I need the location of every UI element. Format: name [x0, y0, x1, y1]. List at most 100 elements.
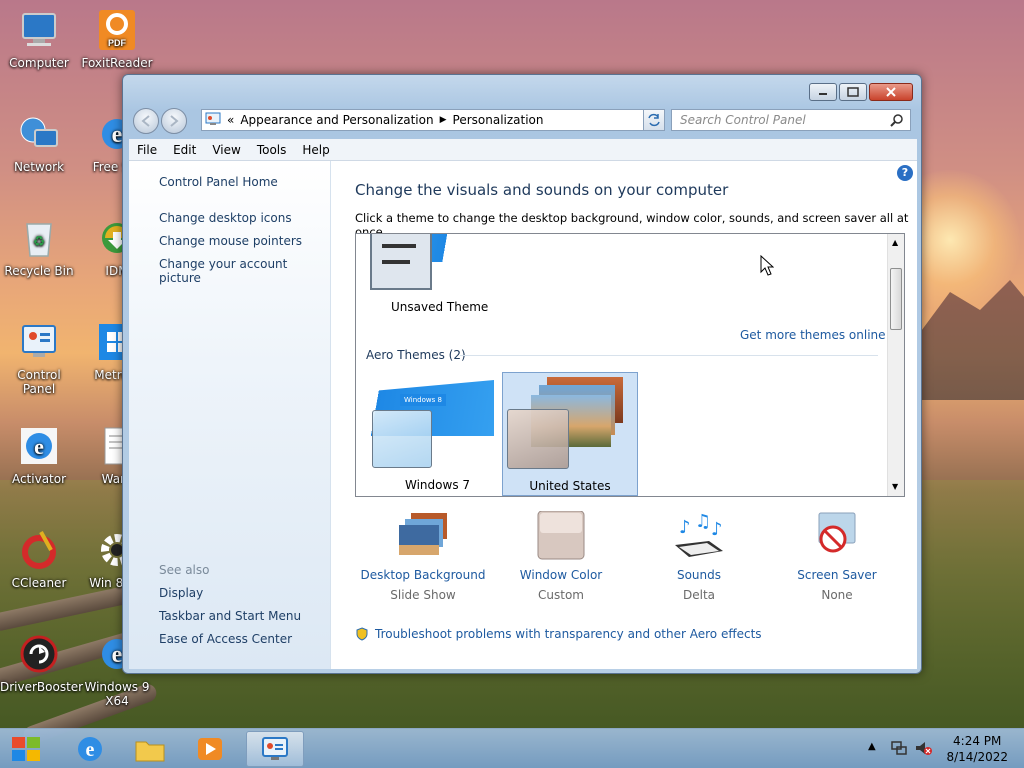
- taskbar-file-explorer[interactable]: [126, 731, 174, 767]
- desktop-background-setting[interactable]: Desktop Background Slide Show: [353, 511, 493, 602]
- clock-date: 8/14/2022: [946, 750, 1008, 764]
- svg-text:PDF: PDF: [108, 38, 127, 48]
- start-button[interactable]: [2, 731, 50, 767]
- close-icon: [886, 87, 896, 97]
- desktop-background-value: Slide Show: [390, 588, 456, 602]
- taskbar-internet-explorer[interactable]: e: [66, 731, 114, 767]
- search-icon[interactable]: [890, 113, 904, 130]
- back-button[interactable]: [133, 108, 159, 134]
- desktop-icon-recycle-bin[interactable]: ♻ Recycle Bin: [0, 216, 78, 278]
- help-icon[interactable]: ?: [897, 165, 913, 181]
- desktop-icon-computer[interactable]: Computer: [0, 8, 78, 70]
- desktop-icon-label: FoxitReader: [81, 56, 153, 70]
- control-panel-small-icon: [205, 112, 223, 129]
- see-also-label: See also: [159, 563, 210, 577]
- recycle-bin-icon: ♻: [17, 216, 61, 260]
- foxit-pdf-icon: PDF: [95, 8, 139, 52]
- theme-united-states-label[interactable]: United States: [503, 479, 637, 493]
- minimize-button[interactable]: [809, 83, 837, 101]
- change-account-picture-link[interactable]: Change your account picture: [159, 257, 330, 285]
- sounds-title[interactable]: Sounds: [629, 568, 769, 582]
- menu-file[interactable]: File: [129, 143, 165, 157]
- change-mouse-pointers-link[interactable]: Change mouse pointers: [159, 234, 302, 248]
- network-tray-icon[interactable]: [890, 739, 908, 760]
- clock-time: 4:24 PM: [953, 734, 1002, 748]
- desktop-icon-driverbooster[interactable]: DriverBooster: [0, 632, 84, 694]
- sounds-value: Delta: [682, 588, 715, 602]
- mouse-cursor-icon: [760, 254, 775, 280]
- taskbar-media-player[interactable]: [186, 731, 234, 767]
- system-clock[interactable]: 4:24 PM 8/14/2022: [946, 733, 1008, 765]
- minimize-icon: [819, 93, 827, 95]
- desktop-icon-label: Computer: [9, 56, 69, 70]
- breadcrumb-appearance[interactable]: Appearance and Personalization: [240, 113, 433, 127]
- aero-themes-header: Aero Themes (2): [366, 348, 466, 362]
- display-link[interactable]: Display: [159, 586, 203, 600]
- troubleshoot-link[interactable]: Troubleshoot problems with transparency …: [375, 627, 762, 641]
- get-more-themes-link[interactable]: Get more themes online: [740, 328, 886, 342]
- sounds-setting[interactable]: ♪ ♫ ♪ Sounds Delta: [629, 511, 769, 602]
- change-desktop-icons-link[interactable]: Change desktop icons: [159, 211, 292, 225]
- breadcrumb-personalization[interactable]: Personalization: [453, 113, 544, 127]
- forward-button[interactable]: [161, 108, 187, 134]
- scroll-thumb[interactable]: [890, 268, 902, 330]
- refresh-icon: [648, 113, 660, 127]
- volume-muted-icon[interactable]: [914, 739, 932, 760]
- control-panel-home-link[interactable]: Control Panel Home: [159, 175, 278, 189]
- theme-windows7-label[interactable]: Windows 7: [405, 478, 470, 492]
- close-button[interactable]: [869, 83, 913, 101]
- section-divider: [460, 355, 878, 356]
- driverbooster-icon: [17, 632, 61, 676]
- shield-icon: [356, 627, 368, 641]
- search-input[interactable]: Search Control Panel: [671, 109, 911, 131]
- desktop-icon-ccleaner[interactable]: CCleaner: [0, 528, 78, 590]
- show-hidden-icons[interactable]: ▲: [868, 741, 876, 752]
- navigation-bar: « Appearance and Personalization ▶ Perso…: [131, 107, 915, 134]
- menu-tools[interactable]: Tools: [249, 143, 295, 157]
- menu-edit[interactable]: Edit: [165, 143, 204, 157]
- desktop-icon-control-panel[interactable]: Control Panel: [0, 320, 78, 396]
- theme-list[interactable]: Unsaved Theme Get more themes online Aer…: [355, 233, 905, 497]
- desktop-icon-label: Network: [13, 160, 65, 174]
- desktop-icon-label: DriverBooster: [0, 680, 84, 694]
- theme-united-states-selected[interactable]: United States: [502, 372, 638, 496]
- sounds-icon: ♪ ♫ ♪: [675, 511, 723, 557]
- unsaved-theme-thumbnail[interactable]: [370, 234, 494, 294]
- theme-settings-row: Desktop Background Slide Show Window Col…: [353, 510, 915, 611]
- taskbar-start-menu-link[interactable]: Taskbar and Start Menu: [159, 609, 301, 623]
- menu-help[interactable]: Help: [294, 143, 337, 157]
- desktop-background-icon: [399, 513, 447, 555]
- desktop-icon-network[interactable]: Network: [0, 112, 78, 174]
- control-panel-icon: [17, 320, 61, 364]
- desktop-icon-label: Recycle Bin: [4, 264, 74, 278]
- theme-windows7[interactable]: Windows 8: [370, 380, 494, 470]
- menu-view[interactable]: View: [204, 143, 248, 157]
- internet-explorer-icon: e: [17, 424, 61, 468]
- maximize-button[interactable]: [839, 83, 867, 101]
- screen-saver-setting[interactable]: Screen Saver None: [767, 511, 907, 602]
- desktop-icon-label: CCleaner: [11, 576, 67, 590]
- windows-start-icon: [12, 737, 40, 761]
- desktop-icon-label: Control Panel: [17, 368, 61, 396]
- taskbar: e ▲ 4:24 PM 8/14/2022: [0, 728, 1024, 768]
- address-bar[interactable]: « Appearance and Personalization ▶ Perso…: [201, 109, 665, 131]
- unsaved-theme-label[interactable]: Unsaved Theme: [391, 300, 488, 314]
- windows-banner: Windows 8: [400, 394, 446, 406]
- window-color-value: Custom: [538, 588, 584, 602]
- window-color-title[interactable]: Window Color: [491, 568, 631, 582]
- theme-list-scrollbar[interactable]: ▲ ▼: [887, 234, 904, 496]
- refresh-button[interactable]: [643, 109, 665, 131]
- desktop-icon-activator[interactable]: e Activator: [0, 424, 78, 486]
- search-placeholder: Search Control Panel: [680, 113, 806, 127]
- desktop-icon-foxitreader[interactable]: PDF FoxitReader: [78, 8, 156, 70]
- scroll-down-icon[interactable]: ▼: [892, 482, 898, 491]
- window-body: Control Panel Home Change desktop icons …: [129, 161, 917, 669]
- window-color-setting[interactable]: Window Color Custom: [491, 510, 631, 602]
- main-content: ? Change the visuals and sounds on your …: [331, 161, 917, 669]
- screen-saver-title[interactable]: Screen Saver: [767, 568, 907, 582]
- ease-of-access-link[interactable]: Ease of Access Center: [159, 632, 292, 646]
- breadcrumb-overflow[interactable]: «: [227, 113, 234, 127]
- scroll-up-icon[interactable]: ▲: [892, 238, 898, 247]
- desktop-background-title[interactable]: Desktop Background: [353, 568, 493, 582]
- taskbar-control-panel-active[interactable]: [246, 731, 304, 767]
